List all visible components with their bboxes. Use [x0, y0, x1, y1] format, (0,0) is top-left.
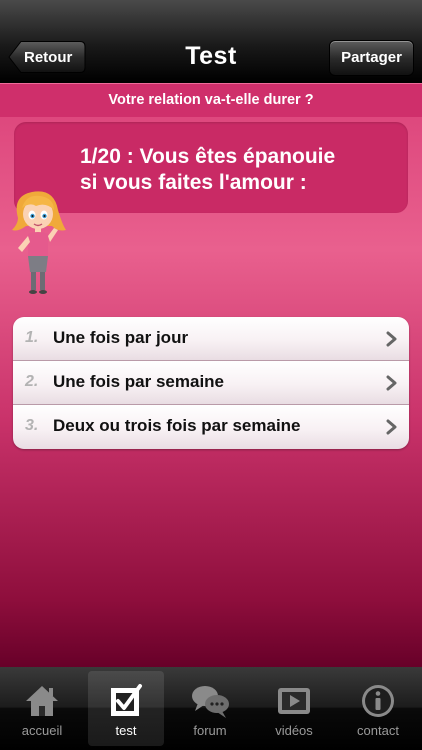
home-icon [26, 686, 58, 716]
answer-number: 1. [25, 329, 39, 346]
answer-option-1[interactable]: 1. Une fois par jour [13, 317, 409, 361]
answer-option-3[interactable]: 3. Deux ou trois fois par semaine [13, 405, 409, 449]
question-line-2: si vous faites l'amour : [80, 171, 307, 194]
answer-label: Une fois par jour [53, 328, 189, 347]
tab-contact[interactable]: contact [336, 667, 420, 750]
quiz-title: Votre relation va-t-elle durer ? [0, 83, 422, 117]
chevron-right-icon [386, 419, 397, 435]
tab-label: forum [193, 723, 227, 738]
answer-option-2[interactable]: 2. Une fois par semaine [13, 361, 409, 405]
info-icon [362, 685, 394, 717]
girl-character-illustration [12, 191, 66, 294]
tab-label: contact [357, 723, 399, 738]
tab-label: accueil [21, 723, 63, 738]
share-button[interactable]: Partager [329, 40, 414, 76]
tab-videos[interactable]: vidéos [252, 667, 336, 750]
chevron-right-icon [386, 331, 397, 347]
video-play-icon [278, 688, 310, 714]
chevron-right-icon [386, 375, 397, 391]
tab-forum[interactable]: forum [168, 667, 252, 750]
tab-label: vidéos [275, 723, 313, 738]
tab-label: test [115, 723, 137, 738]
tab-test[interactable]: test [84, 667, 168, 750]
question-text: 1/20 : Vous êtes épanouie si vous faites… [80, 144, 400, 196]
answers-list: 1. Une fois par jour 2. Une fois par sem… [13, 317, 409, 449]
tab-accueil[interactable]: accueil [0, 667, 84, 750]
answer-label: Deux ou trois fois par semaine [53, 416, 301, 435]
question-box: 1/20 : Vous êtes épanouie si vous faites… [14, 122, 408, 213]
answer-label: Une fois par semaine [53, 372, 225, 391]
question-line-1: 1/20 : Vous êtes épanouie [80, 145, 336, 168]
answer-number: 2. [25, 373, 39, 390]
navigation-bar: Retour Test Partager [0, 0, 422, 83]
tab-bar: accueil test forum vidéos contact [0, 667, 422, 750]
speech-bubbles-icon [192, 686, 229, 718]
checkbox-icon [111, 684, 142, 716]
answer-number: 3. [25, 417, 39, 434]
